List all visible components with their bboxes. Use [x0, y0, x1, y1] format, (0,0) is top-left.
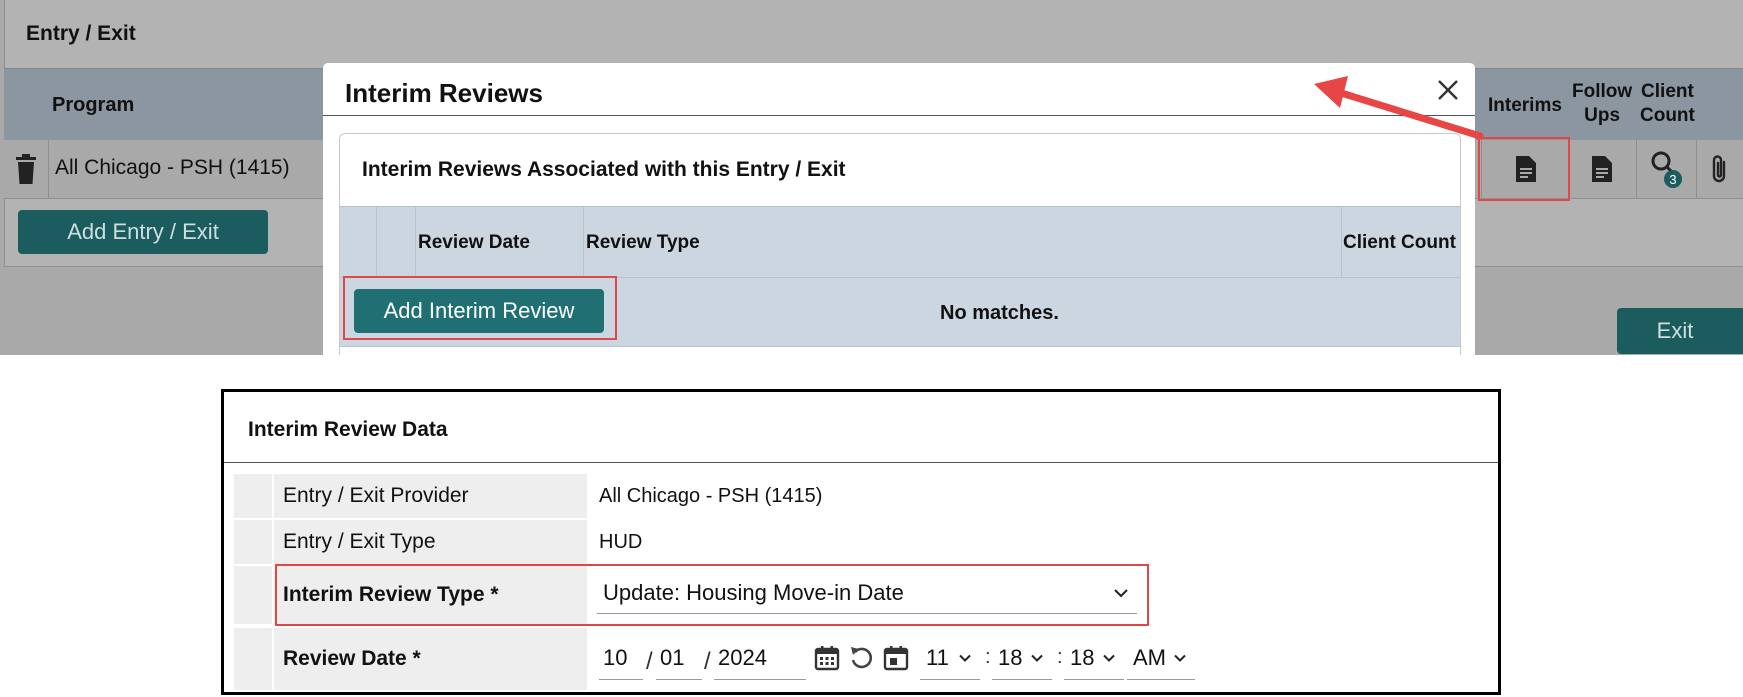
entry-exit-type-value: HUD	[599, 530, 643, 553]
column-follow-ups: Follow Ups	[1572, 81, 1633, 126]
paperclip-icon	[1712, 155, 1726, 183]
calendar-icon[interactable]	[882, 644, 910, 672]
client-count-badge: 3	[1669, 172, 1676, 187]
chevron-down-icon	[1114, 588, 1128, 597]
empty-row: Add Interim Review No matches.	[340, 277, 1460, 347]
chevron-down-icon	[959, 654, 971, 662]
modal-title: Interim Reviews	[345, 78, 543, 108]
provider-label: Entry / Exit Provider	[274, 474, 587, 518]
trash-icon[interactable]	[14, 153, 38, 185]
document-icon	[1592, 156, 1612, 182]
row-provider: Entry / Exit Provider All Chicago - PSH …	[234, 474, 1498, 518]
review-time-hour-select[interactable]: 11	[920, 636, 980, 680]
panel-title: Interim Reviews Associated with this Ent…	[362, 158, 846, 181]
document-icon	[1516, 156, 1536, 182]
arrow-annotation	[1314, 76, 1484, 140]
review-date-year-input[interactable]: 2024	[714, 636, 806, 680]
interim-table-header: Review Date Review Type Client Count	[340, 206, 1460, 277]
no-matches-text: No matches.	[940, 302, 1059, 324]
interim-reviews-panel: Interim Reviews Associated with this Ent…	[339, 133, 1461, 355]
follow-ups-button[interactable]	[1572, 140, 1632, 198]
chevron-down-icon	[1103, 654, 1115, 662]
interim-review-data-panel: Interim Review Data Entry / Exit Provide…	[221, 389, 1501, 695]
column-review-type: Review Type	[586, 232, 700, 253]
reset-icon[interactable]	[848, 644, 876, 672]
entry-exit-title: Entry / Exit	[26, 22, 136, 45]
review-time-ampm-select[interactable]: AM	[1127, 636, 1195, 680]
review-time-minute-select[interactable]: 18	[992, 636, 1052, 680]
provider-value: All Chicago - PSH (1415)	[599, 484, 823, 507]
column-client-count: Client Count	[1343, 232, 1456, 253]
client-count-button[interactable]: 3	[1636, 140, 1696, 198]
review-date-label: Review Date *	[274, 628, 587, 690]
attachments-button[interactable]	[1690, 140, 1743, 198]
exit-button[interactable]: Exit	[1617, 308, 1743, 354]
search-icon: 3	[1651, 151, 1682, 188]
program-value: All Chicago - PSH (1415)	[55, 156, 290, 179]
chevron-down-icon	[1031, 654, 1043, 662]
interim-review-type-select[interactable]: Update: Housing Move-in Date	[597, 572, 1137, 614]
form-title: Interim Review Data	[248, 418, 448, 441]
add-entry-exit-button[interactable]: Add Entry / Exit	[18, 210, 268, 254]
row-entry-exit-type: Entry / Exit Type HUD	[234, 520, 1498, 564]
column-client-count: Client Count	[1640, 81, 1695, 126]
column-review-date: Review Date	[418, 232, 530, 253]
interims-button[interactable]	[1496, 140, 1556, 198]
chevron-down-icon	[1174, 654, 1186, 662]
row-review-date: Review Date * 10 / 01 / 2024 11 : 18: 1…	[234, 628, 1498, 690]
review-time-second-select[interactable]: 18	[1064, 636, 1124, 680]
column-program: Program	[52, 94, 135, 116]
entry-exit-type-label: Entry / Exit Type	[274, 520, 587, 564]
review-date-month-input[interactable]: 10	[599, 636, 643, 680]
add-interim-review-button[interactable]: Add Interim Review	[354, 289, 604, 333]
row-interim-review-type: Interim Review Type * Update: Housing Mo…	[234, 566, 1498, 624]
interim-review-type-label: Interim Review Type *	[274, 566, 587, 624]
calendar-icon[interactable]	[813, 644, 841, 672]
review-date-day-input[interactable]: 01	[656, 636, 702, 680]
entry-exit-screen: Entry / Exit Program Interims Follow Ups…	[0, 0, 1743, 355]
